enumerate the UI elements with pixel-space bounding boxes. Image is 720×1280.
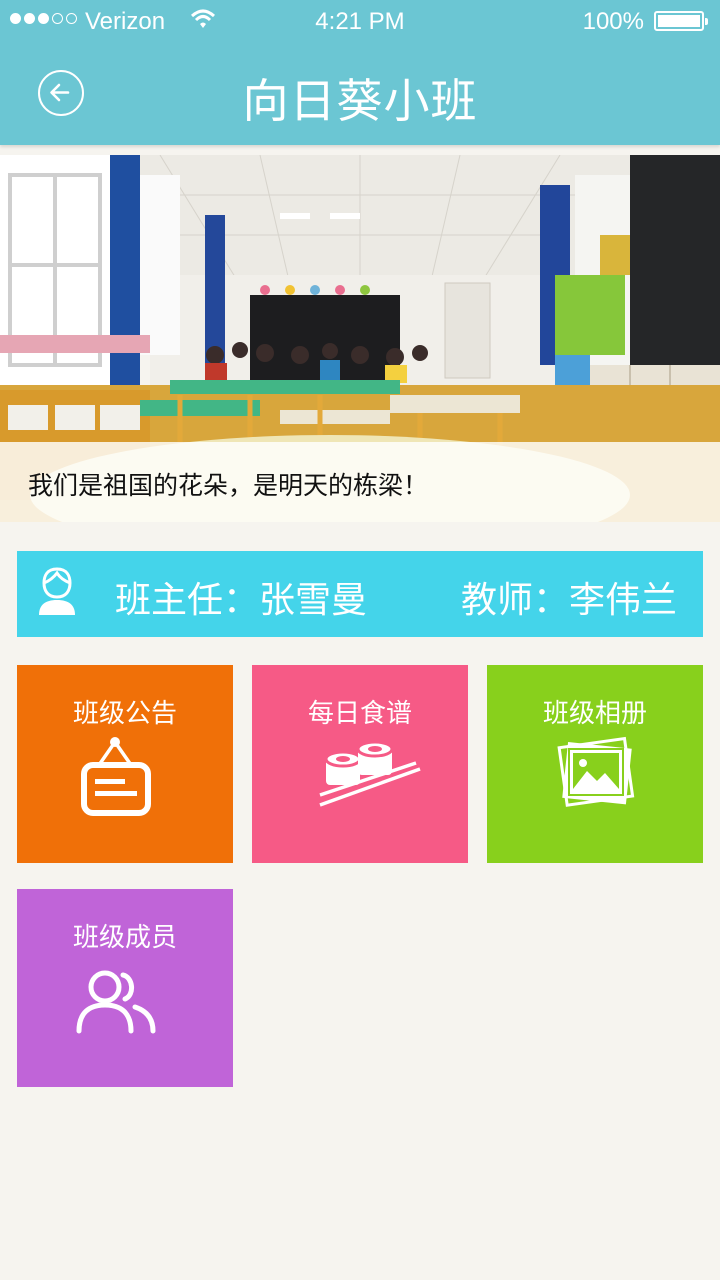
banner-caption: 我们是祖国的花朵，是明天的栋梁！	[28, 471, 429, 500]
teacher-avatar-icon	[39, 567, 75, 615]
battery-icon	[654, 11, 708, 31]
notice-board-icon	[81, 737, 151, 816]
teacher-info-bar: 班主任：张雪曼 教师：李伟兰	[17, 551, 703, 637]
class-album-tile[interactable]: 班级相册	[487, 665, 703, 863]
head-teacher-label: 班主任：张雪曼	[115, 580, 368, 621]
photo-album-icon	[557, 736, 635, 807]
sushi-chopsticks-icon	[319, 743, 421, 807]
class-notice-label: 班级公告	[72, 699, 177, 729]
banner[interactable]: 我们是祖国的花朵，是明天的栋梁！	[0, 155, 720, 522]
class-members-label: 班级成员	[72, 923, 177, 953]
daily-menu-label: 每日食谱	[307, 699, 412, 729]
header: Verizon 4:21 PM 100% 向日葵小班	[0, 0, 720, 145]
banner-caption-bar: 我们是祖国的花朵，是明天的栋梁！	[0, 442, 720, 522]
battery-percentage: 100%	[582, 8, 644, 35]
members-icon	[76, 970, 156, 1034]
class-notice-tile[interactable]: 班级公告	[17, 665, 233, 863]
status-bar: Verizon 4:21 PM 100%	[0, 0, 720, 42]
teacher-label: 教师：李伟兰	[460, 580, 677, 621]
class-album-label: 班级相册	[542, 699, 647, 729]
class-members-tile[interactable]: 班级成员	[17, 889, 233, 1087]
page-title: 向日葵小班	[242, 74, 478, 128]
daily-menu-tile[interactable]: 每日食谱	[252, 665, 468, 863]
